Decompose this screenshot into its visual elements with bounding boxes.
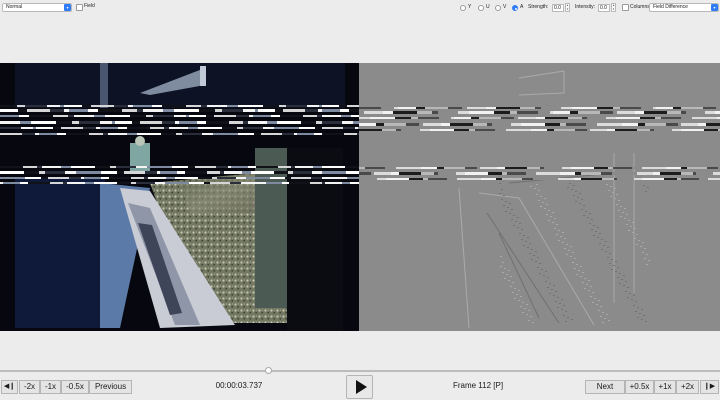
- channel-u-label: U: [486, 4, 490, 10]
- rate-plus-1x-button[interactable]: +1x: [654, 380, 676, 394]
- strength-label: Strength:: [528, 4, 549, 10]
- rate-plus-half-button[interactable]: +0.5x: [625, 380, 654, 394]
- timeline-scrubber-handle[interactable]: [265, 367, 272, 374]
- field-label: Field: [84, 3, 95, 9]
- chevron-down-icon: ▾: [64, 4, 71, 11]
- intensity-stepper[interactable]: ▴ ▾: [611, 3, 616, 12]
- timecode-display: 00:00:03.737: [215, 381, 263, 390]
- strength-stepper[interactable]: ▴ ▾: [565, 3, 570, 12]
- frame-number-label: Frame 112 [P]: [452, 381, 504, 390]
- rate-minus-half-button[interactable]: -0.5x: [61, 380, 89, 394]
- step-to-end-button[interactable]: ❙▶: [700, 380, 719, 394]
- source-video-frame: [0, 63, 359, 331]
- channel-a-radio[interactable]: [512, 5, 518, 11]
- skip-forward-icon: ❙▶: [703, 383, 716, 390]
- view-mode-select[interactable]: Field Difference ▾: [649, 3, 719, 12]
- intensity-field[interactable]: 0.0: [598, 4, 610, 12]
- rate-plus-2x-button[interactable]: +2x: [676, 380, 699, 394]
- rate-minus-1x-button[interactable]: -1x: [40, 380, 61, 394]
- field-difference-frame: [359, 63, 720, 331]
- columns-checkbox[interactable]: [622, 4, 629, 11]
- previous-frame-button[interactable]: Previous: [89, 380, 132, 394]
- channel-a-label: A: [520, 4, 524, 10]
- next-frame-button[interactable]: Next: [585, 380, 625, 394]
- play-button[interactable]: [346, 375, 373, 399]
- channel-y-radio[interactable]: [460, 5, 466, 11]
- timeline-track[interactable]: [0, 370, 720, 372]
- strength-field[interactable]: 0.0: [552, 4, 564, 12]
- intensity-label: Intensity:: [575, 4, 596, 10]
- channel-v-label: V: [503, 4, 507, 10]
- mode-select[interactable]: Normal ▾: [2, 3, 72, 12]
- mode-select-value: Normal: [6, 4, 23, 10]
- field-checkbox[interactable]: [76, 4, 83, 11]
- channel-u-radio[interactable]: [478, 5, 484, 11]
- channel-y-label: Y: [468, 4, 472, 10]
- skip-back-icon: ◀❙: [3, 383, 16, 390]
- field-difference-pane: [359, 63, 720, 331]
- top-toolbar: Normal ▾ Field Y U V A Strength: 0.0 ▴ ▾ …: [0, 0, 720, 16]
- view-mode-select-value: Field Difference: [653, 4, 688, 10]
- chevron-down-icon: ▾: [711, 4, 718, 11]
- rate-minus-2x-button[interactable]: -2x: [19, 380, 40, 394]
- channel-v-radio[interactable]: [495, 5, 501, 11]
- columns-label: Columns: [630, 4, 650, 10]
- source-video-pane: [0, 63, 359, 331]
- step-to-start-button[interactable]: ◀❙: [1, 380, 18, 394]
